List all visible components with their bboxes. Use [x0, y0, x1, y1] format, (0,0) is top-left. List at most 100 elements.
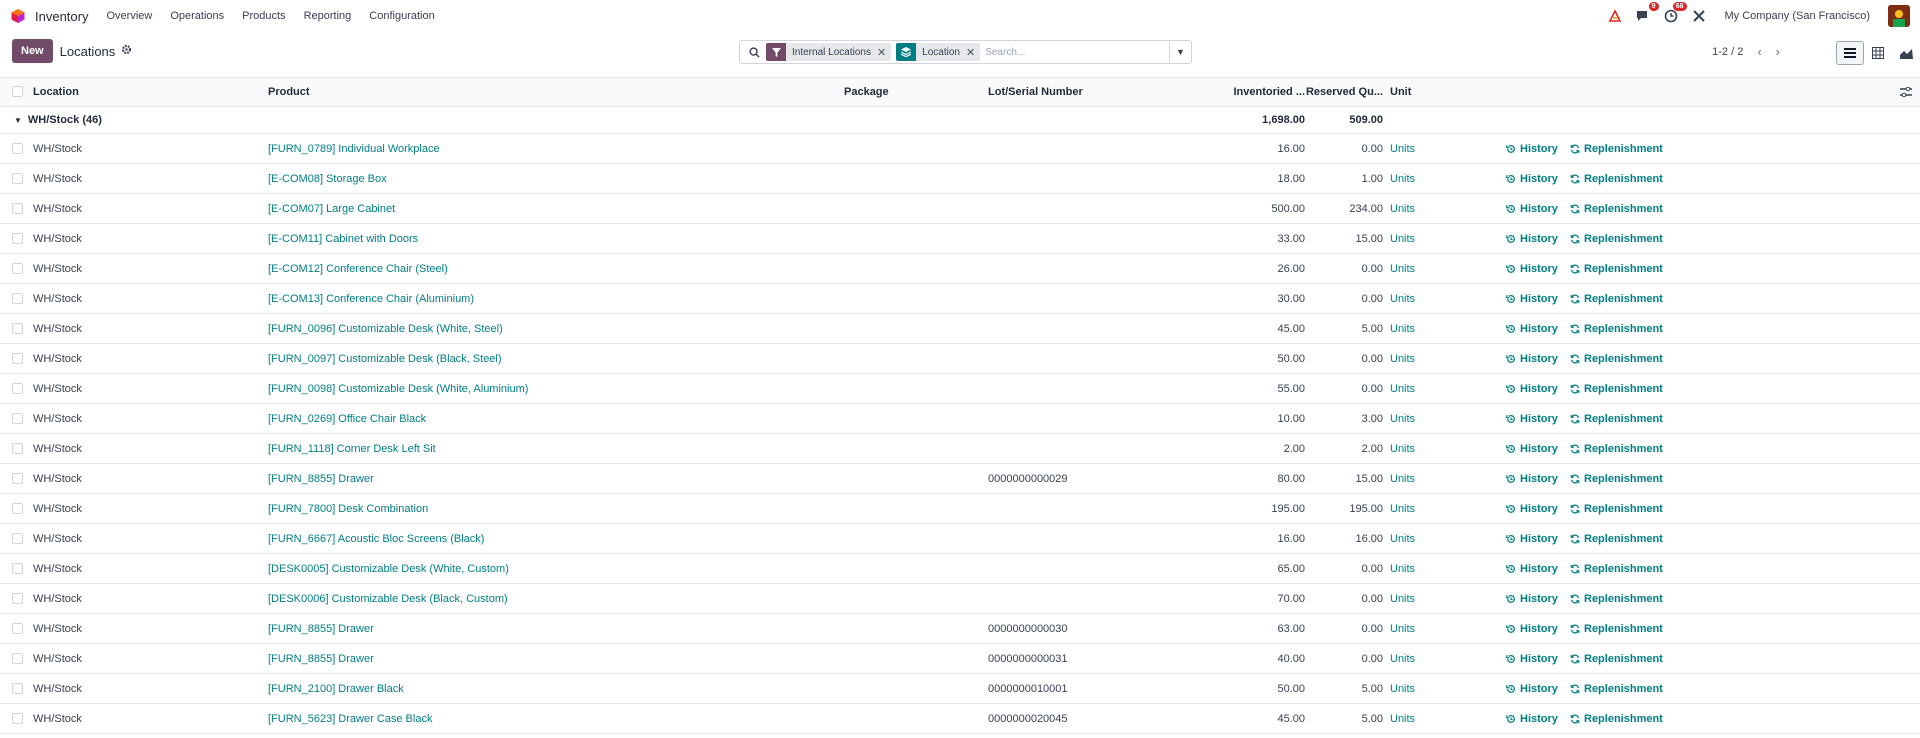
row-product-link[interactable]: [E-COM07] Large Cabinet — [268, 194, 395, 223]
table-row[interactable]: WH/Stock [E-COM07] Large Cabinet 500.00 … — [0, 194, 1920, 224]
column-header-product[interactable]: Product — [268, 78, 310, 106]
replenishment-button[interactable]: Replenishment — [1570, 314, 1663, 343]
row-checkbox[interactable] — [12, 292, 23, 304]
row-product-link[interactable]: [FURN_8855] Drawer — [268, 614, 374, 643]
history-button[interactable]: History — [1506, 344, 1558, 373]
row-checkbox[interactable] — [12, 682, 23, 694]
table-row[interactable]: WH/Stock [E-COM12] Conference Chair (Ste… — [0, 254, 1920, 284]
menu-operations[interactable]: Operations — [170, 10, 224, 22]
row-product-link[interactable]: [FURN_5623] Drawer Case Black — [268, 704, 432, 733]
row-product-link[interactable]: [FURN_0789] Individual Workplace — [268, 134, 440, 163]
table-row[interactable]: WH/Stock [FURN_0098] Customizable Desk (… — [0, 374, 1920, 404]
table-row[interactable]: WH/Stock [FURN_8855] Drawer 000000000003… — [0, 614, 1920, 644]
history-button[interactable]: History — [1506, 374, 1558, 403]
row-product-link[interactable]: [FURN_0096] Customizable Desk (White, St… — [268, 314, 503, 343]
search-icon[interactable] — [746, 46, 762, 58]
replenishment-button[interactable]: Replenishment — [1570, 554, 1663, 583]
row-unit-link[interactable]: Units — [1390, 524, 1415, 553]
chat-icon[interactable]: 9 — [1635, 2, 1659, 24]
row-product-link[interactable]: [FURN_7800] Desk Combination — [268, 494, 428, 523]
row-unit-link[interactable]: Units — [1390, 254, 1415, 283]
row-checkbox[interactable] — [12, 652, 23, 664]
row-unit-link[interactable]: Units — [1390, 584, 1415, 613]
replenishment-button[interactable]: Replenishment — [1570, 164, 1663, 193]
row-checkbox[interactable] — [12, 172, 23, 184]
table-row[interactable]: WH/Stock [FURN_0269] Office Chair Black … — [0, 404, 1920, 434]
history-button[interactable]: History — [1506, 494, 1558, 523]
row-checkbox[interactable] — [12, 352, 23, 364]
history-button[interactable]: History — [1506, 524, 1558, 553]
row-unit-link[interactable]: Units — [1390, 674, 1415, 703]
row-product-link[interactable]: [FURN_0269] Office Chair Black — [268, 404, 426, 433]
history-button[interactable]: History — [1506, 164, 1558, 193]
row-checkbox[interactable] — [12, 442, 23, 454]
menu-overview[interactable]: Overview — [106, 10, 152, 22]
replenishment-button[interactable]: Replenishment — [1570, 284, 1663, 313]
history-button[interactable]: History — [1506, 284, 1558, 313]
gear-icon[interactable] — [121, 44, 132, 58]
row-unit-link[interactable]: Units — [1390, 464, 1415, 493]
row-checkbox[interactable] — [12, 202, 23, 214]
graph-view-icon[interactable] — [1892, 41, 1920, 65]
row-product-link[interactable]: [DESK0005] Customizable Desk (White, Cus… — [268, 554, 509, 583]
list-view-icon[interactable] — [1836, 41, 1864, 65]
row-product-link[interactable]: [FURN_2100] Drawer Black — [268, 674, 404, 703]
column-header-location[interactable]: Location — [33, 78, 79, 106]
row-checkbox[interactable] — [12, 532, 23, 544]
pdf-tool-icon[interactable] — [1607, 8, 1623, 24]
replenishment-button[interactable]: Replenishment — [1570, 674, 1663, 703]
row-checkbox[interactable] — [12, 322, 23, 334]
history-button[interactable]: History — [1506, 584, 1558, 613]
row-unit-link[interactable]: Units — [1390, 494, 1415, 523]
row-product-link[interactable]: [FURN_0097] Customizable Desk (Black, St… — [268, 344, 502, 373]
row-unit-link[interactable]: Units — [1390, 614, 1415, 643]
replenishment-button[interactable]: Replenishment — [1570, 434, 1663, 463]
row-checkbox[interactable] — [12, 712, 23, 724]
row-product-link[interactable]: [FURN_6667] Acoustic Bloc Screens (Black… — [268, 524, 484, 553]
inventory-app-icon[interactable] — [10, 8, 26, 24]
menu-products[interactable]: Products — [242, 10, 285, 22]
history-button[interactable]: History — [1506, 224, 1558, 253]
history-button[interactable]: History — [1506, 674, 1558, 703]
row-product-link[interactable]: [E-COM13] Conference Chair (Aluminium) — [268, 284, 474, 313]
row-product-link[interactable]: [E-COM12] Conference Chair (Steel) — [268, 254, 448, 283]
row-checkbox[interactable] — [12, 622, 23, 634]
history-button[interactable]: History — [1506, 554, 1558, 583]
table-row[interactable]: WH/Stock [E-COM08] Storage Box 18.00 1.0… — [0, 164, 1920, 194]
row-product-link[interactable]: [FURN_8855] Drawer — [268, 644, 374, 673]
row-checkbox[interactable] — [12, 592, 23, 604]
history-button[interactable]: History — [1506, 404, 1558, 433]
column-header-lot[interactable]: Lot/Serial Number — [988, 78, 1083, 106]
replenishment-button[interactable]: Replenishment — [1570, 584, 1663, 613]
search-input[interactable] — [985, 46, 1169, 58]
row-unit-link[interactable]: Units — [1390, 314, 1415, 343]
row-checkbox[interactable] — [12, 262, 23, 274]
replenishment-button[interactable]: Replenishment — [1570, 194, 1663, 223]
row-unit-link[interactable]: Units — [1390, 644, 1415, 673]
remove-facet-icon[interactable]: ✕ — [966, 46, 980, 59]
column-header-package[interactable]: Package — [844, 78, 889, 106]
history-button[interactable]: History — [1506, 434, 1558, 463]
row-checkbox[interactable] — [12, 472, 23, 484]
column-header-inventoried[interactable]: Inventoried ... — [1225, 78, 1305, 106]
row-product-link[interactable]: [E-COM11] Cabinet with Doors — [268, 224, 418, 253]
search-options-toggle[interactable]: ▼ — [1169, 41, 1191, 63]
column-header-unit[interactable]: Unit — [1390, 78, 1411, 106]
pager-previous-icon[interactable]: ‹ — [1757, 44, 1761, 59]
replenishment-button[interactable]: Replenishment — [1570, 494, 1663, 523]
select-all-checkbox[interactable] — [12, 86, 23, 97]
row-checkbox[interactable] — [12, 232, 23, 244]
pivot-view-icon[interactable] — [1864, 41, 1892, 65]
menu-reporting[interactable]: Reporting — [304, 10, 352, 22]
row-checkbox[interactable] — [12, 562, 23, 574]
table-row[interactable]: WH/Stock [FURN_6667] Acoustic Bloc Scree… — [0, 524, 1920, 554]
row-unit-link[interactable]: Units — [1390, 374, 1415, 403]
table-row[interactable]: WH/Stock [E-COM13] Conference Chair (Alu… — [0, 284, 1920, 314]
replenishment-button[interactable]: Replenishment — [1570, 614, 1663, 643]
user-avatar[interactable] — [1888, 5, 1910, 27]
history-button[interactable]: History — [1506, 134, 1558, 163]
history-button[interactable]: History — [1506, 254, 1558, 283]
row-unit-link[interactable]: Units — [1390, 164, 1415, 193]
row-product-link[interactable]: [FURN_8855] Drawer — [268, 464, 374, 493]
activity-clock-icon[interactable]: 68 — [1663, 2, 1687, 24]
